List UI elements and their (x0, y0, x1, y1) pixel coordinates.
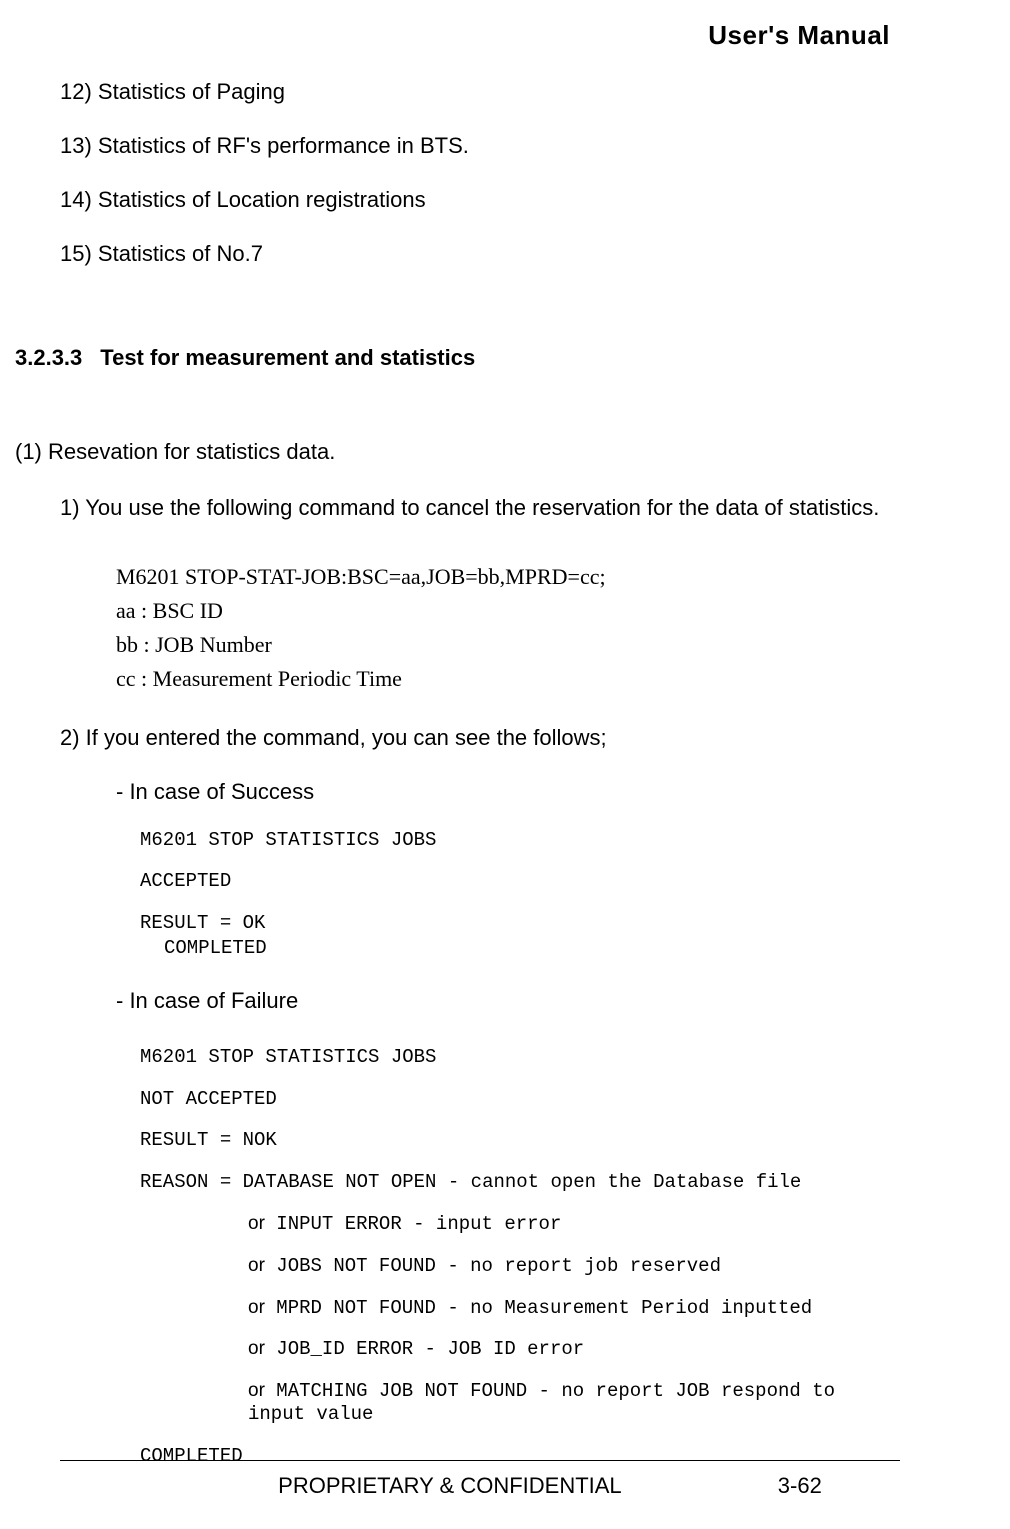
output-line: or MATCHING JOB NOT FOUND - no report JO… (140, 1380, 900, 1426)
or-text: or (248, 1255, 265, 1276)
list-item: 15) Statistics of No.7 (0, 241, 900, 267)
command-block: M6201 STOP-STAT-JOB:BSC=aa,JOB=bb,MPRD=c… (0, 561, 900, 695)
success-output: M6201 STOP STATISTICS JOBS ACCEPTED RESU… (0, 829, 900, 960)
list-item: 13) Statistics of RF's performance in BT… (0, 133, 900, 159)
output-line: RESULT = NOK (140, 1129, 900, 1152)
output-line: RESULT = OK (140, 912, 900, 935)
output-line: ACCEPTED (140, 870, 900, 893)
list-item: 12) Statistics of Paging (0, 79, 900, 105)
output-line: REASON = DATABASE NOT OPEN - cannot open… (140, 1171, 900, 1194)
step-text: 2) If you entered the command, you can s… (0, 725, 900, 751)
reason-text: MATCHING JOB NOT FOUND - no report JOB r… (248, 1380, 835, 1425)
list-item: 14) Statistics of Location registrations (0, 187, 900, 213)
command-param: aa : BSC ID (116, 595, 900, 627)
command-line: M6201 STOP-STAT-JOB:BSC=aa,JOB=bb,MPRD=c… (116, 561, 900, 593)
command-param: cc : Measurement Periodic Time (116, 663, 900, 695)
output-line: M6201 STOP STATISTICS JOBS (140, 1046, 900, 1069)
page-content: 12) Statistics of Paging 13) Statistics … (0, 79, 900, 1468)
header-title: User's Manual (0, 20, 900, 51)
or-text: or (248, 1297, 265, 1318)
case-success-label: - In case of Success (0, 779, 900, 805)
reason-text: JOBS NOT FOUND - no report job reserved (265, 1255, 721, 1277)
reason-text: MPRD NOT FOUND - no Measurement Period i… (265, 1297, 812, 1319)
step-text: 1) You use the following command to canc… (0, 495, 900, 521)
output-line: or INPUT ERROR - input error (140, 1213, 900, 1236)
or-text: or (248, 1213, 265, 1234)
or-text: or (248, 1380, 265, 1401)
output-line: COMPLETED (140, 937, 900, 960)
case-failure-label: - In case of Failure (0, 988, 900, 1014)
section-title: Test for measurement and statistics (100, 345, 475, 370)
output-line: NOT ACCEPTED (140, 1088, 900, 1111)
footer-text: PROPRIETARY & CONFIDENTIAL 3-62 (60, 1473, 900, 1499)
reason-text: JOB_ID ERROR - JOB ID error (265, 1338, 584, 1360)
section-number: 3.2.3.3 (15, 345, 82, 371)
failure-output: M6201 STOP STATISTICS JOBS NOT ACCEPTED … (0, 1046, 900, 1468)
reason-text: DATABASE NOT OPEN - cannot open the Data… (243, 1171, 802, 1193)
subsection-title: (1) Resevation for statistics data. (0, 439, 900, 465)
page-number: 3-62 (778, 1473, 822, 1499)
output-line: or MPRD NOT FOUND - no Measurement Perio… (140, 1297, 900, 1320)
footer-label: PROPRIETARY & CONFIDENTIAL (278, 1473, 622, 1499)
page-footer: PROPRIETARY & CONFIDENTIAL 3-62 (0, 1460, 1010, 1499)
output-line: M6201 STOP STATISTICS JOBS (140, 829, 900, 852)
command-param: bb : JOB Number (116, 629, 900, 661)
output-line: or JOB_ID ERROR - JOB ID error (140, 1338, 900, 1361)
reason-text: INPUT ERROR - input error (265, 1213, 561, 1235)
reason-prefix: REASON = (140, 1171, 243, 1193)
output-line: or JOBS NOT FOUND - no report job reserv… (140, 1255, 900, 1278)
or-text: or (248, 1338, 265, 1359)
section-heading: 3.2.3.3 Test for measurement and statisti… (0, 345, 900, 371)
footer-divider (60, 1460, 900, 1461)
